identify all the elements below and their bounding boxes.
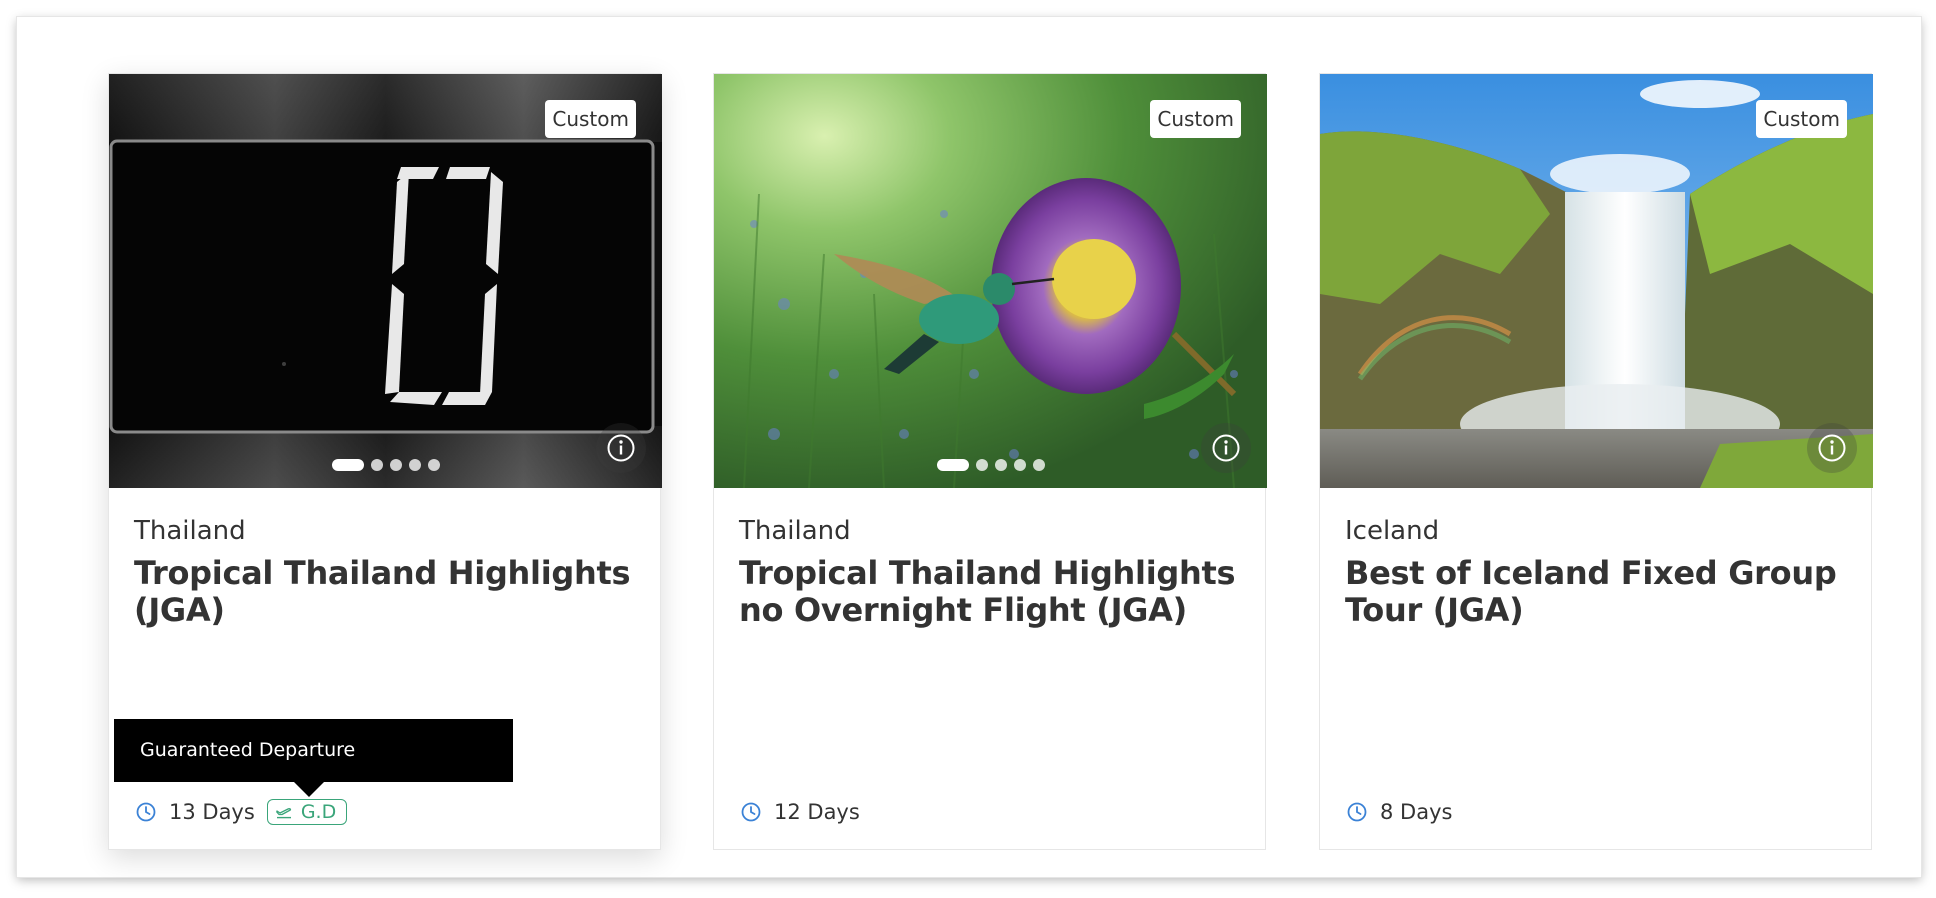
card-title[interactable]: Best of Iceland Fixed Group Tour (JGA)	[1345, 555, 1845, 629]
plane-departure-icon	[275, 808, 291, 819]
info-icon	[607, 434, 635, 462]
clock-icon	[1347, 802, 1367, 822]
carousel-dots[interactable]	[714, 459, 1267, 471]
tooltip-text: Guaranteed Departure	[140, 739, 356, 761]
card-footer: 13 Days G.D	[136, 797, 348, 827]
info-button[interactable]	[1201, 423, 1251, 473]
carousel-dot[interactable]	[370, 459, 383, 471]
carousel-dots[interactable]	[109, 459, 662, 471]
carousel-dot[interactable]	[936, 459, 969, 471]
carousel-dot[interactable]	[975, 459, 988, 471]
carousel-dot[interactable]	[1013, 459, 1026, 471]
custom-badge: Custom	[1150, 100, 1241, 138]
tour-image[interactable]: Custom	[109, 74, 662, 488]
card-title[interactable]: Tropical Thailand Highlights (JGA)	[134, 555, 634, 629]
carousel-dot[interactable]	[994, 459, 1007, 471]
carousel-dot[interactable]	[1032, 459, 1045, 471]
tour-image[interactable]: Custom	[1320, 74, 1873, 488]
tour-listing-panel: Custom Thailand Tropical Thailand Highli…	[17, 17, 1921, 877]
guaranteed-departure-tooltip: Guaranteed Departure	[114, 719, 513, 797]
duration-text: 12 Days	[774, 800, 860, 824]
card-country: Iceland	[1345, 516, 1440, 546]
info-icon	[1212, 434, 1240, 462]
clock-icon	[741, 802, 761, 822]
info-icon	[1818, 434, 1846, 462]
custom-badge: Custom	[545, 100, 636, 138]
tour-image[interactable]: Custom	[714, 74, 1267, 488]
info-button[interactable]	[596, 423, 646, 473]
card-country: Thailand	[739, 516, 851, 546]
tour-card[interactable]: Custom Iceland Best of Iceland Fixed Gro…	[1319, 73, 1873, 850]
card-footer: 8 Days	[1347, 797, 1452, 827]
tooltip-arrow	[294, 782, 324, 797]
card-title[interactable]: Tropical Thailand Highlights no Overnigh…	[739, 555, 1239, 629]
card-footer: 12 Days	[741, 797, 860, 827]
card-country: Thailand	[134, 516, 246, 546]
duration-text: 8 Days	[1380, 800, 1453, 824]
gd-label: G.D	[300, 801, 337, 823]
carousel-dot[interactable]	[331, 459, 364, 471]
clock-icon	[136, 802, 156, 822]
custom-badge: Custom	[1756, 100, 1847, 138]
duration-text: 13 Days	[169, 800, 255, 824]
carousel-dot[interactable]	[427, 459, 440, 471]
carousel-dot[interactable]	[389, 459, 402, 471]
guaranteed-departure-badge[interactable]: G.D	[266, 799, 348, 825]
tour-card[interactable]: Custom Thailand Tropical Thailand Highli…	[713, 73, 1267, 850]
info-button[interactable]	[1807, 423, 1857, 473]
carousel-dot[interactable]	[408, 459, 421, 471]
